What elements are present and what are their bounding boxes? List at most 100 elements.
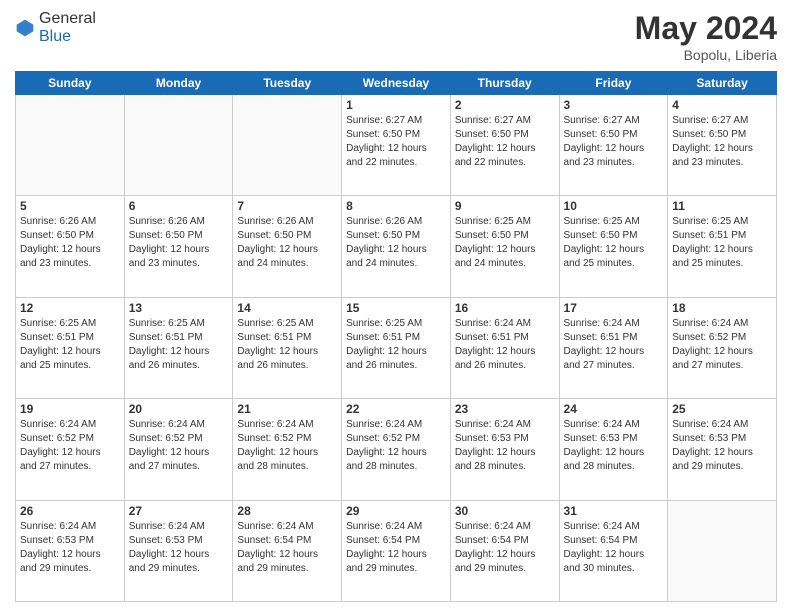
calendar-cell: 26 Sunrise: 6:24 AM Sunset: 6:53 PM Dayli… (16, 500, 125, 601)
calendar-cell: 11 Sunrise: 6:25 AM Sunset: 6:51 PM Dayli… (668, 196, 777, 297)
day-number: 31 (564, 504, 664, 518)
day-number: 21 (237, 402, 337, 416)
day-info: Sunrise: 6:27 AM Sunset: 6:50 PM Dayligh… (672, 114, 772, 170)
logo-icon (15, 18, 35, 38)
calendar-cell: 1 Sunrise: 6:27 AM Sunset: 6:50 PM Daylig… (342, 95, 451, 196)
day-number: 4 (672, 98, 772, 112)
calendar-cell: 15 Sunrise: 6:25 AM Sunset: 6:51 PM Dayli… (342, 297, 451, 398)
day-number: 20 (129, 402, 229, 416)
day-info: Sunrise: 6:27 AM Sunset: 6:50 PM Dayligh… (455, 114, 555, 170)
calendar-cell: 2 Sunrise: 6:27 AM Sunset: 6:50 PM Daylig… (450, 95, 559, 196)
calendar-cell: 4 Sunrise: 6:27 AM Sunset: 6:50 PM Daylig… (668, 95, 777, 196)
day-number: 14 (237, 301, 337, 315)
day-number: 3 (564, 98, 664, 112)
calendar-cell: 16 Sunrise: 6:24 AM Sunset: 6:51 PM Dayli… (450, 297, 559, 398)
day-number: 26 (20, 504, 120, 518)
day-number: 12 (20, 301, 120, 315)
calendar-cell: 8Sunrise: 6:26 AM Sunset: 6:50 PM Daylig… (342, 196, 451, 297)
calendar-cell: 7 Sunrise: 6:26 AM Sunset: 6:50 PM Daylig… (233, 196, 342, 297)
calendar-cell: 9 Sunrise: 6:25 AM Sunset: 6:50 PM Daylig… (450, 196, 559, 297)
day-number: 5 (20, 199, 120, 213)
logo: General Blue (15, 10, 96, 46)
day-number: 10 (564, 199, 664, 213)
calendar-cell (16, 95, 125, 196)
calendar-cell: 12 Sunrise: 6:25 AM Sunset: 6:51 PM Dayli… (16, 297, 125, 398)
day-number: 22 (346, 402, 446, 416)
day-info: Sunrise: 6:26 AM Sunset: 6:50 PM Dayligh… (20, 215, 120, 271)
day-info: Sunrise: 6:24 AM Sunset: 6:53 PM Dayligh… (20, 520, 120, 576)
day-info: Sunrise: 6:24 AM Sunset: 6:51 PM Dayligh… (455, 317, 555, 373)
day-info: Sunrise: 6:24 AM Sunset: 6:52 PM Dayligh… (672, 317, 772, 373)
day-info: Sunrise: 6:25 AM Sunset: 6:51 PM Dayligh… (672, 215, 772, 271)
day-info: Sunrise: 6:27 AM Sunset: 6:50 PM Dayligh… (564, 114, 664, 170)
calendar-cell: 13 Sunrise: 6:25 AM Sunset: 6:51 PM Dayli… (124, 297, 233, 398)
day-info: Sunrise: 6:26 AM Sunset: 6:50 PM Dayligh… (237, 215, 337, 271)
calendar-cell: 25 Sunrise: 6:24 AM Sunset: 6:53 PM Dayli… (668, 399, 777, 500)
calendar-cell: 20Sunrise: 6:24 AM Sunset: 6:52 PM Dayli… (124, 399, 233, 500)
day-info: Sunrise: 6:25 AM Sunset: 6:51 PM Dayligh… (346, 317, 446, 373)
day-number: 25 (672, 402, 772, 416)
day-number: 17 (564, 301, 664, 315)
calendar-cell (233, 95, 342, 196)
calendar-cell: 10 Sunrise: 6:25 AM Sunset: 6:50 PM Dayli… (559, 196, 668, 297)
calendar-week-2: 5 Sunrise: 6:26 AM Sunset: 6:50 PM Daylig… (16, 196, 777, 297)
calendar-cell: 21 Sunrise: 6:24 AM Sunset: 6:52 PM Dayli… (233, 399, 342, 500)
location: Bopolu, Liberia (635, 47, 777, 63)
day-number: 24 (564, 402, 664, 416)
day-info: Sunrise: 6:24 AM Sunset: 6:54 PM Dayligh… (564, 520, 664, 576)
day-number: 18 (672, 301, 772, 315)
day-info: Sunrise: 6:24 AM Sunset: 6:52 PM Dayligh… (346, 418, 446, 474)
day-info: Sunrise: 6:25 AM Sunset: 6:51 PM Dayligh… (129, 317, 229, 373)
day-info: Sunrise: 6:24 AM Sunset: 6:52 PM Dayligh… (20, 418, 120, 474)
calendar-cell: 29Sunrise: 6:24 AM Sunset: 6:54 PM Dayli… (342, 500, 451, 601)
day-info: Sunrise: 6:25 AM Sunset: 6:50 PM Dayligh… (564, 215, 664, 271)
month-year: May 2024 (635, 10, 777, 47)
day-info: Sunrise: 6:25 AM Sunset: 6:51 PM Dayligh… (237, 317, 337, 373)
header: General Blue May 2024 Bopolu, Liberia (15, 10, 777, 63)
calendar-cell: 28 Sunrise: 6:24 AM Sunset: 6:54 PM Dayli… (233, 500, 342, 601)
title-block: May 2024 Bopolu, Liberia (635, 10, 777, 63)
day-number: 1 (346, 98, 446, 112)
day-info: Sunrise: 6:25 AM Sunset: 6:51 PM Dayligh… (20, 317, 120, 373)
day-number: 6 (129, 199, 229, 213)
day-header-thursday: Thursday (450, 72, 559, 95)
day-info: Sunrise: 6:24 AM Sunset: 6:53 PM Dayligh… (455, 418, 555, 474)
day-info: Sunrise: 6:24 AM Sunset: 6:53 PM Dayligh… (129, 520, 229, 576)
day-number: 23 (455, 402, 555, 416)
day-number: 13 (129, 301, 229, 315)
logo-blue: Blue (39, 28, 71, 45)
day-info: Sunrise: 6:26 AM Sunset: 6:50 PM Dayligh… (129, 215, 229, 271)
day-info: Sunrise: 6:24 AM Sunset: 6:54 PM Dayligh… (346, 520, 446, 576)
calendar-cell: 14 Sunrise: 6:25 AM Sunset: 6:51 PM Dayli… (233, 297, 342, 398)
calendar-cell: 3 Sunrise: 6:27 AM Sunset: 6:50 PM Daylig… (559, 95, 668, 196)
day-number: 16 (455, 301, 555, 315)
calendar-week-3: 12 Sunrise: 6:25 AM Sunset: 6:51 PM Dayli… (16, 297, 777, 398)
day-info: Sunrise: 6:24 AM Sunset: 6:54 PM Dayligh… (237, 520, 337, 576)
calendar-week-4: 19 Sunrise: 6:24 AM Sunset: 6:52 PM Dayli… (16, 399, 777, 500)
day-info: Sunrise: 6:27 AM Sunset: 6:50 PM Dayligh… (346, 114, 446, 170)
day-info: Sunrise: 6:26 AM Sunset: 6:50 PM Dayligh… (346, 215, 446, 271)
day-header-friday: Friday (559, 72, 668, 95)
day-info: Sunrise: 6:24 AM Sunset: 6:52 PM Dayligh… (237, 418, 337, 474)
day-info: Sunrise: 6:25 AM Sunset: 6:50 PM Dayligh… (455, 215, 555, 271)
calendar-cell: 6 Sunrise: 6:26 AM Sunset: 6:50 PM Daylig… (124, 196, 233, 297)
day-info: Sunrise: 6:24 AM Sunset: 6:54 PM Dayligh… (455, 520, 555, 576)
calendar-week-1: 1 Sunrise: 6:27 AM Sunset: 6:50 PM Daylig… (16, 95, 777, 196)
day-number: 28 (237, 504, 337, 518)
day-number: 15 (346, 301, 446, 315)
day-number: 7 (237, 199, 337, 213)
calendar-cell: 24Sunrise: 6:24 AM Sunset: 6:53 PM Dayli… (559, 399, 668, 500)
day-number: 19 (20, 402, 120, 416)
page: General Blue May 2024 Bopolu, Liberia Su… (0, 0, 792, 612)
day-header-sunday: Sunday (16, 72, 125, 95)
day-header-wednesday: Wednesday (342, 72, 451, 95)
logo-general: General (39, 10, 96, 27)
day-number: 2 (455, 98, 555, 112)
calendar-table: SundayMondayTuesdayWednesdayThursdayFrid… (15, 71, 777, 602)
calendar-cell: 17Sunrise: 6:24 AM Sunset: 6:51 PM Dayli… (559, 297, 668, 398)
day-number: 11 (672, 199, 772, 213)
calendar-cell (124, 95, 233, 196)
calendar-cell: 18 Sunrise: 6:24 AM Sunset: 6:52 PM Dayli… (668, 297, 777, 398)
day-info: Sunrise: 6:24 AM Sunset: 6:53 PM Dayligh… (672, 418, 772, 474)
day-number: 9 (455, 199, 555, 213)
